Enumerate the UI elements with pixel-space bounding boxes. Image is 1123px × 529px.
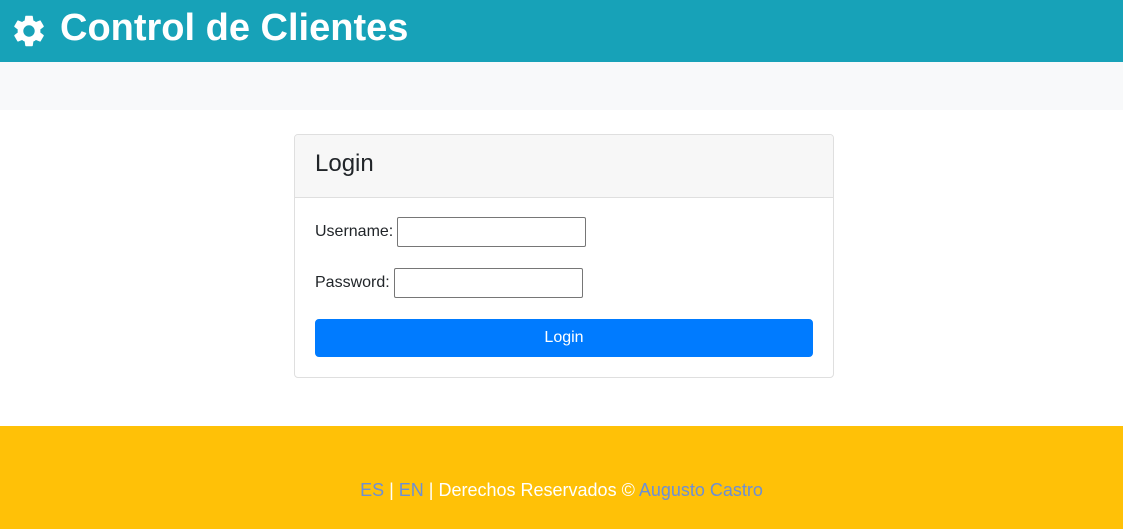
login-card-title: Login: [315, 150, 374, 177]
footer: ES | EN | Derechos Reservados © Augusto …: [0, 426, 1123, 529]
password-row: Password:: [315, 268, 583, 298]
login-card-header: Login: [295, 135, 833, 198]
footer-separator: |: [384, 480, 399, 500]
lang-es-link[interactable]: ES: [360, 480, 384, 500]
username-label: Username:: [315, 223, 394, 240]
footer-rights: Derechos Reservados ©: [438, 480, 639, 500]
login-button[interactable]: Login: [315, 319, 813, 357]
app-header: Control de Clientes: [0, 0, 1123, 62]
sub-navbar: [0, 62, 1123, 110]
footer-separator: |: [423, 480, 439, 500]
password-label: Password:: [315, 274, 390, 291]
username-input[interactable]: [397, 217, 587, 247]
author-link[interactable]: Augusto Castro: [639, 480, 763, 500]
gear-icon: [10, 12, 48, 50]
lang-en-link[interactable]: EN: [399, 480, 424, 500]
app-title: Control de Clientes: [60, 7, 409, 49]
login-card: Login Username: Password: Login: [294, 134, 834, 378]
password-input[interactable]: [393, 268, 583, 298]
username-row: Username:: [315, 217, 587, 247]
footer-text: ES | EN | Derechos Reservados © Augusto …: [0, 480, 1123, 501]
